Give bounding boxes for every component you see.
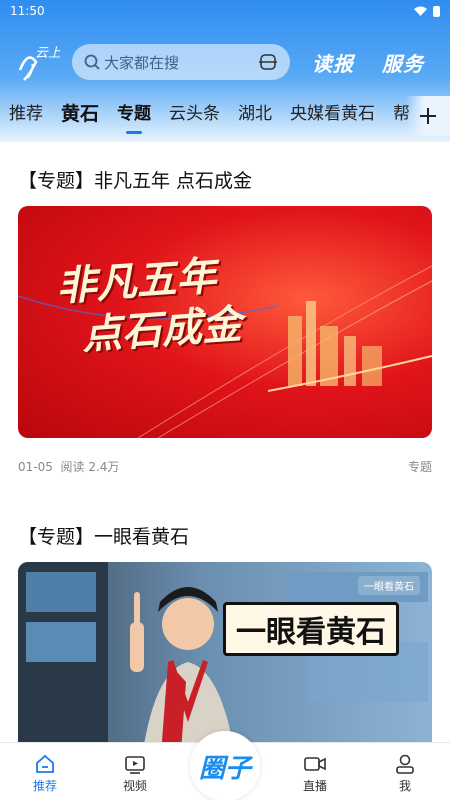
tab-recommend[interactable]: 推荐 <box>0 96 52 136</box>
home-icon <box>36 754 54 773</box>
card-date-reads: 01-05 阅读 2.4万 <box>18 458 119 475</box>
banner-headline: 一眼看黄石 <box>223 602 399 656</box>
card-reads: 阅读 2.4万 <box>60 460 120 474</box>
tab-huangshi[interactable]: 黄石 <box>52 96 108 136</box>
search-icon <box>84 54 100 70</box>
service-button[interactable]: 服务 <box>382 48 424 77</box>
feed: 【专题】非凡五年 点石成金 非凡五年 点石成金 01-05 阅读 2.4万 专题… <box>0 142 450 742</box>
nav-video-label: 视频 <box>122 779 147 793</box>
nav-home-label: 推荐 <box>32 779 57 793</box>
nav-video[interactable]: 视频 <box>105 751 165 794</box>
card-title[interactable]: 【专题】一眼看黄石 <box>18 522 189 549</box>
status-icons <box>414 5 440 17</box>
tab-yun-headlines[interactable]: 云头条 <box>160 96 229 136</box>
card-meta: 01-05 阅读 2.4万 专题 <box>18 458 432 475</box>
banner-headline: 非凡五年 点石成金 <box>55 250 244 362</box>
card-category[interactable]: 专题 <box>408 458 432 475</box>
read-paper-button[interactable]: 读报 <box>312 48 354 77</box>
svg-text:云上: 云上 <box>35 46 60 61</box>
card-title[interactable]: 【专题】非凡五年 点石成金 <box>18 166 252 193</box>
nav-me-label: 我 <box>398 779 411 793</box>
search-bar[interactable]: 大家都在搜 <box>72 44 290 80</box>
scan-icon[interactable] <box>258 52 278 72</box>
plus-icon <box>420 108 436 124</box>
status-time: 11:50 <box>10 4 45 18</box>
wifi-icon <box>414 6 427 16</box>
live-camera-icon <box>304 757 326 771</box>
card-date: 01-05 <box>18 460 53 474</box>
nav-home[interactable]: 推荐 <box>15 751 75 794</box>
app-header: 11:50 云上 大家都在搜 读报 服务 推荐 黄石 专题 云头条 湖北 央媒看… <box>0 0 450 142</box>
card-banner-image[interactable]: 非凡五年 点石成金 <box>18 206 432 438</box>
video-icon <box>125 756 145 774</box>
nav-me[interactable]: 我 <box>375 751 435 794</box>
channel-tabs: 推荐 黄石 专题 云头条 湖北 央媒看黄石 帮 <box>0 96 450 136</box>
battery-icon <box>433 5 440 17</box>
nav-live[interactable]: 直播 <box>285 751 345 794</box>
nav-live-label: 直播 <box>302 779 327 793</box>
search-placeholder: 大家都在搜 <box>104 53 180 72</box>
status-bar: 11:50 <box>0 0 450 22</box>
banner-logo-tag: 一眼看黄石 <box>358 576 420 595</box>
add-channel-button[interactable] <box>406 96 450 136</box>
nav-circle-button[interactable]: 圈子 <box>190 731 260 800</box>
tab-central-media[interactable]: 央媒看黄石 <box>281 96 384 136</box>
circle-logo: 圈子 <box>196 737 254 795</box>
card-banner-image[interactable]: 一眼看黄石 一眼看黄石 <box>18 562 432 742</box>
app-logo[interactable]: 云上 <box>14 40 62 86</box>
tab-special[interactable]: 专题 <box>108 96 160 136</box>
logo-icon: 云上 <box>18 46 62 81</box>
tab-hubei[interactable]: 湖北 <box>229 96 281 136</box>
user-icon <box>396 754 414 774</box>
bottom-navigation: 推荐 视频 圈子 直播 我 <box>0 731 450 800</box>
top-bar: 云上 大家都在搜 读报 服务 <box>0 40 450 86</box>
